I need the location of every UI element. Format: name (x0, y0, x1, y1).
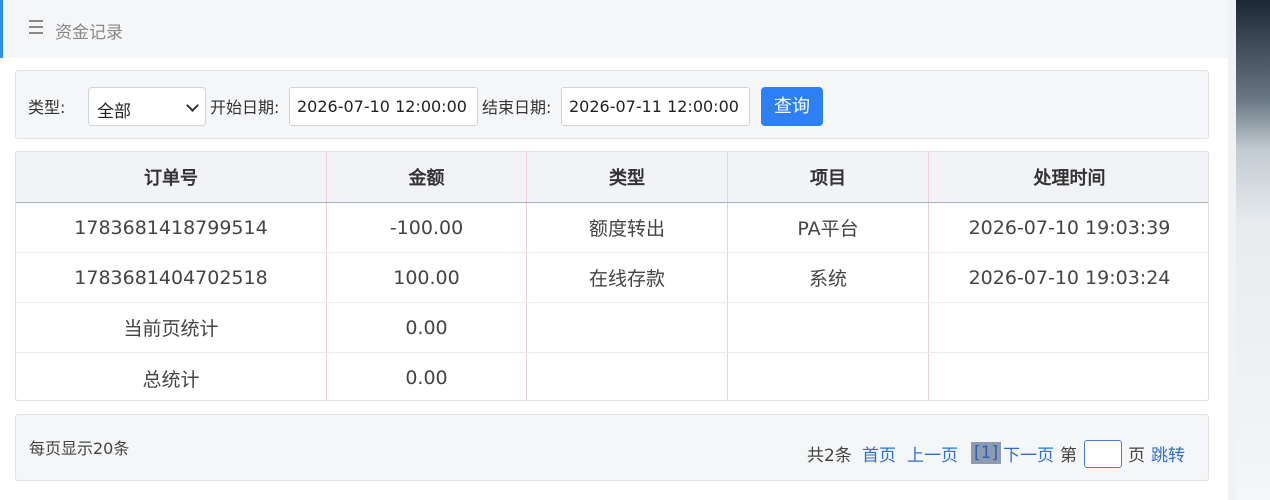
cell-summary-amount: 0.00 (327, 303, 527, 352)
cell-summary-label: 当前页统计 (16, 303, 327, 352)
header-item: 项目 (728, 152, 929, 202)
menu-icon[interactable] (29, 20, 43, 34)
total-summary-row: 总统计 0.00 (16, 353, 1208, 400)
cell-item: PA平台 (728, 203, 929, 252)
jump-link[interactable]: 跳转 (1151, 441, 1185, 466)
right-gutter (1228, 0, 1236, 500)
cell-time: 2026-07-10 19:03:24 (968, 266, 1171, 289)
type-label: 类型: (28, 98, 66, 117)
page-suffix: 页 (1128, 446, 1145, 466)
table-row: 1783681418799514 -100.00 额度转出 PA平台 2026-… (16, 203, 1208, 253)
background-edge (1236, 0, 1270, 500)
type-select[interactable]: 全部 (88, 87, 206, 126)
cell-time: 2026-07-10 19:03:39 (968, 216, 1171, 239)
table-header-row: 订单号 金额 类型 项目 处理时间 (16, 152, 1208, 203)
cell-empty (929, 303, 1208, 352)
header-amount: 金额 (327, 152, 527, 202)
cell-type: 额度转出 (527, 203, 728, 252)
cell-empty (527, 303, 728, 352)
page-prefix: 第 (1060, 446, 1077, 466)
start-date-input[interactable]: 2026-07-10 12:00:00 (289, 87, 478, 126)
end-date-label: 结束日期: (482, 98, 552, 117)
cell-amount: 100.00 (327, 253, 527, 302)
filter-bar: 类型: 全部 开始日期: 2026-07-10 12:00:00 结束日期: 2… (15, 70, 1209, 139)
end-date-input[interactable]: 2026-07-11 12:00:00 (561, 87, 750, 126)
header-time: 处理时间 (1033, 168, 1106, 189)
cell-summary-label: 总统计 (16, 353, 327, 400)
total-count: 共2条 (807, 446, 852, 466)
cell-amount: -100.00 (327, 203, 527, 252)
cell-empty (929, 353, 1208, 400)
header-type: 类型 (527, 152, 728, 202)
records-table: 订单号 金额 类型 项目 处理时间 1783681418799514 -100.… (15, 151, 1209, 401)
chevron-down-icon (186, 99, 199, 112)
cell-empty (728, 353, 929, 400)
cell-order-no: 1783681418799514 (16, 203, 327, 252)
next-page-link[interactable]: 下一页 (1003, 441, 1054, 466)
cell-item: 系统 (728, 253, 929, 302)
cell-type: 在线存款 (527, 253, 728, 302)
per-page-text: 每页显示20条 (29, 439, 130, 458)
header-order-no: 订单号 (16, 152, 327, 202)
pagination-bar: 每页显示20条 共2条 首页 上一页 [1] 下一页 第 页 跳转 (15, 414, 1209, 481)
type-select-value: 全部 (97, 102, 131, 122)
first-page-link[interactable]: 首页 (862, 441, 896, 466)
page-number-input[interactable] (1084, 440, 1122, 468)
query-button[interactable]: 查询 (761, 87, 823, 126)
current-page: [1] (971, 442, 1002, 464)
start-date-label: 开始日期: (210, 98, 280, 117)
table-row: 1783681404702518 100.00 在线存款 系统 2026-07-… (16, 253, 1208, 303)
cell-empty (728, 303, 929, 352)
cell-summary-amount: 0.00 (327, 353, 527, 400)
page-header: 资金记录 (0, 0, 1228, 58)
page-summary-row: 当前页统计 0.00 (16, 303, 1208, 353)
cell-empty (527, 353, 728, 400)
prev-page-link[interactable]: 上一页 (907, 441, 958, 466)
page-title: 资金记录 (55, 23, 123, 43)
cell-order-no: 1783681404702518 (16, 253, 327, 302)
